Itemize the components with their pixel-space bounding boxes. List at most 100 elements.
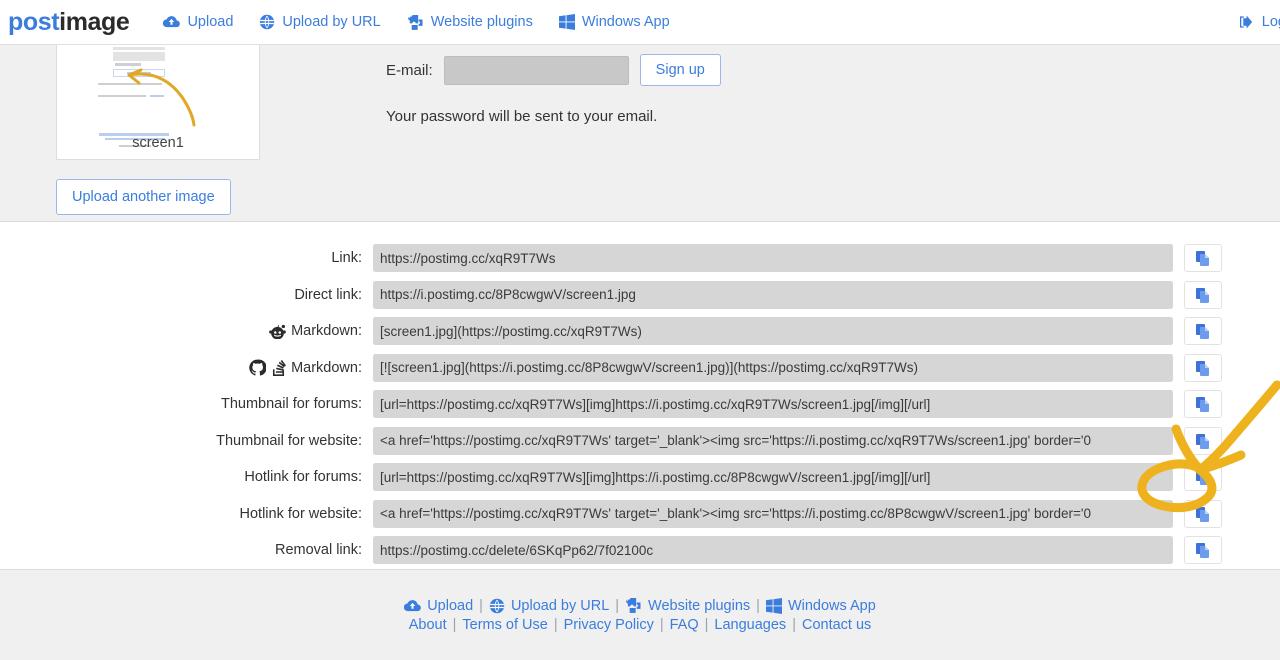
link-row-link: Link: <box>0 240 1280 277</box>
link-row-hotlink-forums: Hotlink for forums: <box>0 459 1280 496</box>
link-label: Hotlink for website: <box>239 505 363 522</box>
copy-button-github-markdown[interactable] <box>1184 353 1222 382</box>
link-row-reddit-markdown: Markdown: <box>0 313 1280 350</box>
footer-link-about[interactable]: About <box>409 617 447 633</box>
footer-link-terms-of-use[interactable]: Terms of Use <box>462 617 547 633</box>
link-row-direct-link: Direct link: <box>0 277 1280 314</box>
copy-icon <box>1195 542 1211 559</box>
puzzle-piece-icon <box>407 14 424 30</box>
copy-icon <box>1195 360 1211 376</box>
footer-link-languages[interactable]: Languages <box>714 617 786 633</box>
link-label: Thumbnail for website: <box>216 432 362 449</box>
footer-label-upload: Upload <box>427 597 474 614</box>
link-label: Thumbnail for forums: <box>220 396 362 413</box>
footer-label-upload-by-url: Upload by URL <box>510 597 610 614</box>
windows-logo-icon <box>765 597 782 614</box>
upload-another-image-button[interactable]: Upload another image <box>56 179 231 215</box>
github-icon <box>249 359 267 376</box>
footer-link-faq[interactable]: FAQ <box>670 617 699 633</box>
copy-icon <box>1195 396 1211 413</box>
login-arrow-icon <box>1239 15 1255 29</box>
nav-label-website-plugins: Website plugins <box>430 14 533 30</box>
link-label: Markdown: <box>291 359 362 376</box>
link-label: Link: <box>331 250 362 267</box>
footer-primary-links: Upload | Upload by URL | Website plugins… <box>404 597 876 614</box>
login-link[interactable]: Log <box>1239 14 1280 30</box>
nav-item-upload-by-url[interactable]: Upload by URL <box>259 14 381 30</box>
copy-button-direct-link[interactable] <box>1184 280 1222 309</box>
globe-icon <box>259 14 275 30</box>
copy-icon <box>1195 323 1211 340</box>
site-header: postimage Upload Upload by URL Website p… <box>0 0 1280 45</box>
footer-link-upload[interactable]: Upload <box>404 598 473 614</box>
link-label: Markdown: <box>291 323 362 340</box>
logo-text-image: image <box>59 7 130 36</box>
copy-icon <box>1195 469 1211 486</box>
copy-icon <box>1195 433 1211 449</box>
link-row-hotlink-website: Hotlink for website: <box>0 496 1280 533</box>
link-input-direct-link[interactable] <box>373 280 1173 309</box>
copy-button-removal-link[interactable] <box>1184 536 1222 565</box>
copy-icon <box>1195 250 1211 267</box>
windows-logo-icon <box>558 14 575 30</box>
nav-item-website-plugins[interactable]: Website plugins <box>407 14 533 30</box>
copy-button-link[interactable] <box>1184 244 1222 273</box>
cloud-upload-icon <box>163 15 181 29</box>
link-input-thumbnail-website[interactable] <box>373 426 1173 455</box>
link-label: Direct link: <box>294 286 362 303</box>
login-label: Log <box>1261 14 1280 30</box>
link-row-thumbnail-website: Thumbnail for website: <box>0 423 1280 460</box>
footer-separator: | <box>479 597 483 614</box>
upload-result-panel: screen1 Upload another image E-mail: Sig… <box>0 45 1280 222</box>
footer-link-website-plugins[interactable]: Website plugins <box>625 598 750 614</box>
link-input-hotlink-website[interactable] <box>373 499 1173 528</box>
link-row-removal-link: Removal link: <box>0 532 1280 569</box>
footer-link-upload-by-url[interactable]: Upload by URL <box>489 598 609 614</box>
footer-secondary-links: About | Terms of Use | Privacy Policy | … <box>409 617 872 633</box>
footer-label-windows-app: Windows App <box>787 597 876 614</box>
reddit-icon <box>269 324 286 339</box>
footer-separator: | <box>553 616 558 633</box>
link-input-removal-link[interactable] <box>373 536 1173 565</box>
site-logo[interactable]: postimage <box>8 7 130 37</box>
signup-column: E-mail: Sign up Your password will be se… <box>268 45 721 221</box>
copy-button-hotlink-website[interactable] <box>1184 499 1222 528</box>
link-label: Hotlink for forums: <box>244 469 362 486</box>
copy-icon <box>1195 506 1211 522</box>
footer-link-privacy-policy[interactable]: Privacy Policy <box>564 617 654 633</box>
link-label: Removal link: <box>274 542 362 559</box>
footer-separator: | <box>704 616 709 633</box>
puzzle-piece-icon <box>625 598 642 613</box>
sign-up-button[interactable]: Sign up <box>639 54 721 86</box>
email-label: E-mail: <box>386 61 433 79</box>
link-input-github-markdown[interactable] <box>373 353 1173 382</box>
copy-button-thumbnail-forums[interactable] <box>1184 390 1222 419</box>
nav-item-windows-app[interactable]: Windows App <box>558 14 670 30</box>
copy-button-thumbnail-website[interactable] <box>1184 426 1222 455</box>
globe-icon <box>489 598 505 614</box>
thumbnail-caption: screen1 <box>132 135 184 151</box>
logo-text-post: post <box>8 7 60 36</box>
nav-item-upload[interactable]: Upload <box>163 14 233 30</box>
footer-separator: | <box>792 616 796 633</box>
share-links-section: Link: Direct link: Markdown: <box>0 222 1280 583</box>
copy-button-reddit-markdown[interactable] <box>1184 317 1222 346</box>
copy-button-hotlink-forums[interactable] <box>1184 463 1222 492</box>
footer-link-windows-app[interactable]: Windows App <box>765 597 876 614</box>
footer-separator: | <box>756 597 760 614</box>
link-input-reddit-markdown[interactable] <box>373 317 1173 346</box>
cloud-upload-icon <box>404 599 421 613</box>
nav-label-upload: Upload <box>187 14 234 30</box>
email-field[interactable] <box>443 55 629 85</box>
link-label-wrap: Markdown: <box>0 323 373 339</box>
footer-link-contact-us[interactable]: Contact us <box>802 617 871 633</box>
link-row-github-markdown: Markdown: <box>0 350 1280 387</box>
stackoverflow-icon <box>271 359 287 376</box>
link-input-link[interactable] <box>373 244 1173 273</box>
nav-label-upload-by-url: Upload by URL <box>282 14 381 30</box>
uploaded-image-thumbnail[interactable]: screen1 <box>56 45 260 160</box>
link-input-thumbnail-forums[interactable] <box>373 390 1173 419</box>
link-input-hotlink-forums[interactable] <box>373 463 1173 492</box>
footer-separator: | <box>452 616 457 633</box>
thumbnail-column: screen1 Upload another image <box>0 45 268 221</box>
